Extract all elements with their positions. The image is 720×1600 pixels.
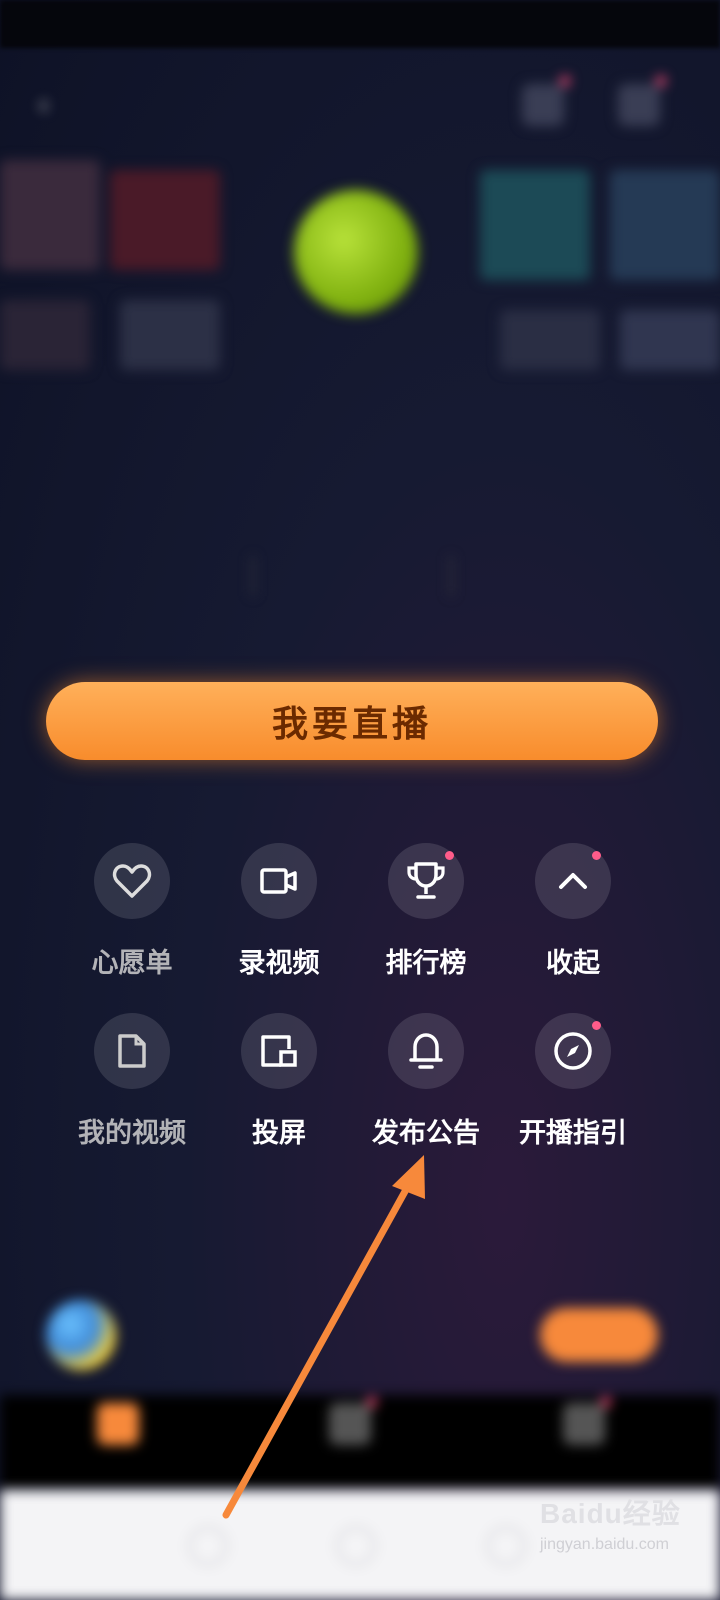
publish-announcement-label: 发布公告	[372, 1118, 480, 1149]
tab-home[interactable]	[58, 1403, 178, 1453]
profile-icon	[563, 1397, 611, 1445]
chevron-up-icon	[559, 873, 587, 889]
my-videos-icon-circle	[94, 1013, 170, 1089]
document-icon	[118, 1034, 146, 1068]
record-video-label: 录视频	[238, 948, 320, 979]
stat-divider	[252, 556, 254, 596]
leaderboard-label: 排行榜	[385, 948, 467, 979]
back-icon[interactable]: ‹	[38, 88, 49, 121]
promo-button[interactable]	[540, 1308, 658, 1362]
home-icon	[97, 1403, 139, 1445]
watermark-brand: Baidu经验	[540, 1498, 681, 1529]
stat-item[interactable]	[488, 540, 608, 554]
game-icon	[46, 1300, 116, 1370]
stats-row	[60, 540, 660, 620]
live-guide-icon-circle	[535, 1013, 611, 1089]
collapse-icon-circle	[535, 843, 611, 919]
nav-recents-icon[interactable]	[486, 1526, 526, 1566]
live-guide-label: 开播指引	[519, 1118, 627, 1149]
bell-icon	[409, 1033, 443, 1069]
heart-icon	[112, 864, 152, 898]
bottom-tab-bar	[0, 1395, 720, 1490]
video-record-icon	[260, 868, 297, 894]
publish-announcement-icon-circle	[388, 1013, 464, 1089]
wishlist-icon-circle	[94, 843, 170, 919]
baidu-jingyan-watermark: Baidu经验 jingyan.baidu.com	[540, 1492, 710, 1554]
badge-dot	[445, 851, 454, 860]
cast-screen-item[interactable]: 投屏	[204, 1013, 354, 1150]
badge-dot	[592, 851, 601, 860]
tab-profile[interactable]	[524, 1397, 644, 1453]
avatar[interactable]	[294, 190, 418, 314]
settings-icon[interactable]	[618, 76, 666, 126]
wishlist-label: 心愿单	[91, 948, 173, 979]
wishlist-item[interactable]: 心愿单	[57, 843, 207, 980]
top-nav: ‹	[0, 70, 720, 140]
cast-screen-icon	[261, 1035, 297, 1067]
nav-home-icon[interactable]	[336, 1526, 376, 1566]
record-video-item[interactable]: 录视频	[204, 843, 354, 980]
status-bar	[0, 0, 720, 48]
trophy-icon	[407, 862, 445, 899]
live-guide-item[interactable]: 开播指引	[498, 1013, 648, 1150]
record-video-icon-circle	[241, 843, 317, 919]
cast-screen-label: 投屏	[252, 1118, 306, 1149]
message-icon	[329, 1397, 377, 1445]
message-icon[interactable]	[522, 76, 570, 126]
leaderboard-item[interactable]: 排行榜	[351, 843, 501, 980]
my-videos-item[interactable]: 我的视频	[57, 1013, 207, 1150]
collapse-item[interactable]: 收起	[498, 843, 648, 980]
leaderboard-icon-circle	[388, 843, 464, 919]
cast-screen-icon-circle	[241, 1013, 317, 1089]
stat-item[interactable]	[96, 540, 216, 554]
stat-item[interactable]	[292, 540, 412, 554]
go-live-button[interactable]: 我要直播	[46, 682, 658, 760]
my-videos-label: 我的视频	[78, 1118, 186, 1149]
nav-back-icon[interactable]	[188, 1526, 228, 1566]
badge-dot	[592, 1021, 601, 1030]
publish-announcement-item[interactable]: 发布公告	[351, 1013, 501, 1150]
compass-icon	[554, 1032, 592, 1070]
tab-messages[interactable]	[290, 1397, 410, 1453]
promo-banner[interactable]	[0, 1280, 720, 1390]
collapse-label: 收起	[546, 948, 600, 979]
stat-divider	[450, 556, 452, 596]
watermark-url: jingyan.baidu.com	[540, 1536, 669, 1553]
